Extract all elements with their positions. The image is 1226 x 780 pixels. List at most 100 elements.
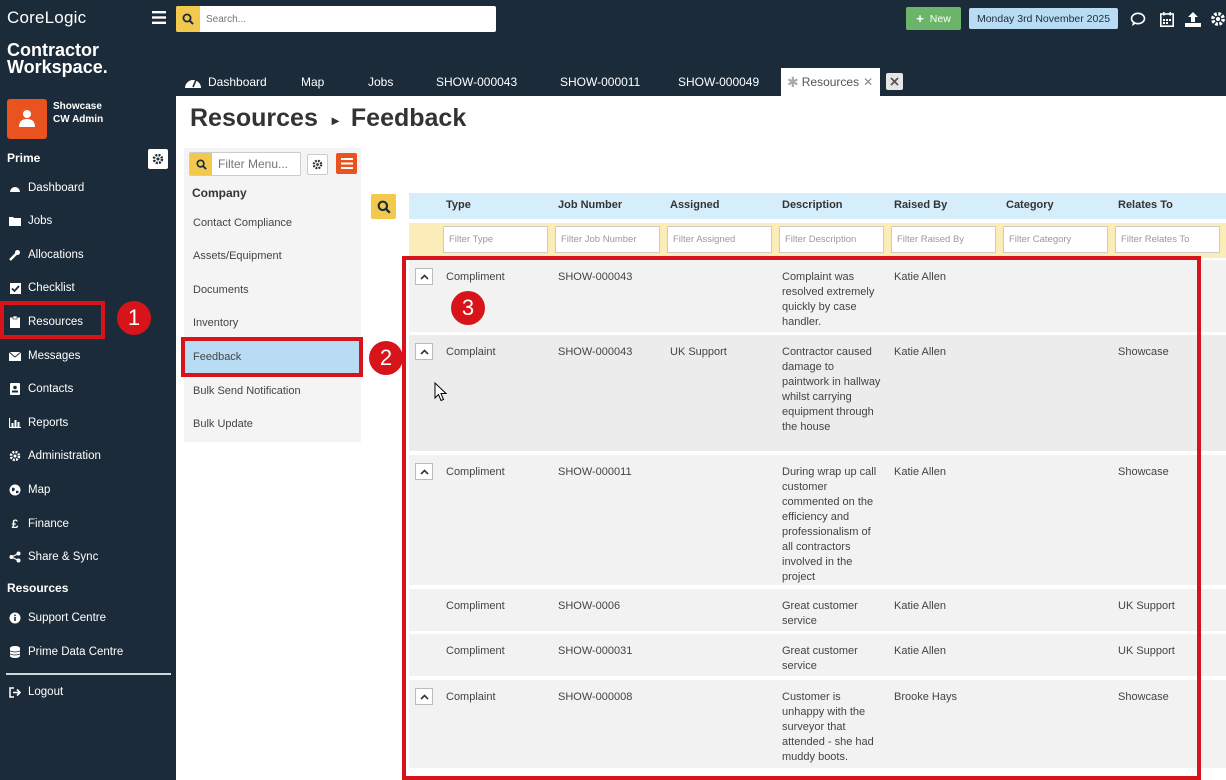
plus-icon: + [916, 11, 924, 26]
sidebar-item-label: Administration [28, 450, 101, 462]
filter-menu-search[interactable] [189, 152, 301, 176]
column-header-job-number[interactable]: Job Number [558, 199, 622, 211]
avatar[interactable] [7, 99, 47, 139]
sidebar-item-map[interactable]: Map [8, 479, 50, 501]
settings-gear-icon[interactable] [1209, 10, 1226, 28]
user-name-line1: Showcase [53, 101, 102, 112]
sidebar: CoreLogic Contractor Workspace. Showcase… [0, 0, 176, 780]
gear-icon [152, 153, 164, 165]
contact-card-icon [8, 382, 22, 396]
submenu-settings-button[interactable] [307, 154, 328, 175]
sidebar-item-jobs[interactable]: Jobs [8, 210, 52, 232]
hamburger-menu-icon[interactable] [152, 11, 166, 25]
submenu-item-bulk-update[interactable]: Bulk Update [184, 407, 361, 441]
sidebar-item-label: Contacts [28, 383, 74, 395]
user-name: Showcase CW Admin [53, 100, 103, 126]
sidebar-item-contacts[interactable]: Contacts [8, 378, 73, 400]
sidebar-item-dashboard[interactable]: Dashboard [8, 177, 84, 199]
sidebar-item-label: Map [28, 484, 51, 496]
date-badge[interactable]: Monday 3rd November 2025 [969, 8, 1118, 29]
sidebar-item-support-centre[interactable]: Support Centre [8, 607, 106, 629]
tab-close-icon[interactable]: ✕ [863, 75, 873, 89]
corelogic-logo: CoreLogic [7, 8, 87, 27]
page-title: Resources ▸ Feedback [190, 104, 466, 133]
chart-icon [8, 416, 22, 430]
resources-heading: Resources [7, 581, 69, 595]
chat-icon[interactable] [1129, 10, 1147, 28]
sidebar-item-prime-data-centre[interactable]: Prime Data Centre [8, 641, 123, 663]
app-name: Contractor Workspace. [7, 41, 108, 76]
new-button[interactable]: + New [906, 7, 961, 30]
filter-job-number-input[interactable] [555, 226, 660, 253]
search-icon [377, 200, 391, 214]
sidebar-settings-button[interactable] [148, 149, 168, 169]
wrench-icon [8, 248, 22, 262]
dashboard-icon [185, 79, 201, 88]
upload-icon[interactable] [1184, 10, 1202, 28]
tab-jobs[interactable]: Jobs [368, 68, 393, 96]
filter-raised-by-input[interactable] [891, 226, 996, 253]
globe-icon [8, 483, 22, 497]
sidebar-item-messages[interactable]: Messages [8, 345, 80, 367]
step-marker-3: 3 [451, 291, 485, 325]
highlight-box-table [402, 256, 1201, 780]
column-header-assigned[interactable]: Assigned [670, 199, 720, 211]
submenu-item-documents[interactable]: Documents [184, 273, 361, 307]
breadcrumb-resources[interactable]: Resources [190, 104, 318, 133]
checkbox-icon [8, 281, 22, 295]
sidebar-item-label: Dashboard [28, 182, 85, 194]
submenu-item-assets-equipment[interactable]: Assets/Equipment [184, 239, 361, 273]
submenu-list-button[interactable] [336, 153, 357, 174]
sidebar-item-reports[interactable]: Reports [8, 412, 68, 434]
global-search[interactable] [176, 6, 496, 32]
resources-submenu: Company Contact Compliance Assets/Equipm… [184, 148, 361, 442]
filter-description-input[interactable] [779, 226, 884, 253]
submenu-item-contact-compliance[interactable]: Contact Compliance [184, 206, 361, 240]
submenu-item-bulk-send-notification[interactable]: Bulk Send Notification [184, 374, 361, 408]
filter-type-input[interactable] [443, 226, 548, 253]
submenu-heading: Company [192, 186, 247, 200]
search-icon[interactable] [176, 6, 200, 32]
tab-resources[interactable]: ✱ Resources ✕ [781, 68, 880, 96]
logout-label: Logout [28, 686, 64, 698]
column-header-raised-by[interactable]: Raised By [894, 199, 947, 211]
sidebar-item-allocations[interactable]: Allocations [8, 244, 84, 266]
sidebar-item-administration[interactable]: Administration [8, 445, 101, 467]
tab-dashboard[interactable]: Dashboard [184, 68, 267, 96]
gear-icon [8, 449, 22, 463]
close-all-tabs-button[interactable] [886, 73, 903, 90]
sidebar-item-label: Messages [28, 350, 81, 362]
column-header-category[interactable]: Category [1006, 199, 1054, 211]
column-header-type[interactable]: Type [446, 199, 471, 211]
submenu-item-inventory[interactable]: Inventory [184, 306, 361, 340]
column-header-relates-to[interactable]: Relates To [1118, 199, 1173, 211]
column-header-description[interactable]: Description [782, 199, 843, 211]
tab-label: SHOW-000043 [436, 75, 518, 89]
sidebar-item-finance[interactable]: £ Finance [8, 513, 69, 535]
tab-label: SHOW-000049 [678, 75, 760, 89]
filter-category-input[interactable] [1003, 226, 1108, 253]
tab-show-000049[interactable]: SHOW-000049 [678, 68, 759, 96]
logout-button[interactable]: Logout [8, 681, 63, 703]
filter-menu-input[interactable] [218, 156, 298, 172]
step-marker-2: 2 [369, 341, 403, 375]
filter-relates-to-input[interactable] [1115, 226, 1220, 253]
sidebar-item-label: Prime Data Centre [28, 646, 124, 658]
table-search-button[interactable] [371, 194, 396, 219]
search-input[interactable] [206, 10, 486, 28]
tab-map[interactable]: Map [301, 68, 324, 96]
breadcrumb-feedback: Feedback [350, 104, 467, 132]
search-icon [190, 153, 212, 175]
list-icon [340, 158, 353, 169]
sidebar-item-checklist[interactable]: Checklist [8, 277, 75, 299]
prime-heading: Prime [7, 151, 41, 165]
filter-assigned-input[interactable] [667, 226, 772, 253]
tab-show-000011[interactable]: SHOW-000011 [560, 68, 640, 96]
database-icon [8, 645, 22, 659]
calendar-icon[interactable] [1158, 10, 1176, 28]
sidebar-item-share-sync[interactable]: Share & Sync [8, 546, 98, 568]
user-icon [19, 110, 35, 127]
pound-icon: £ [11, 517, 19, 531]
tab-show-000043[interactable]: SHOW-000043 [436, 68, 517, 96]
loading-icon: ✱ [787, 73, 799, 90]
